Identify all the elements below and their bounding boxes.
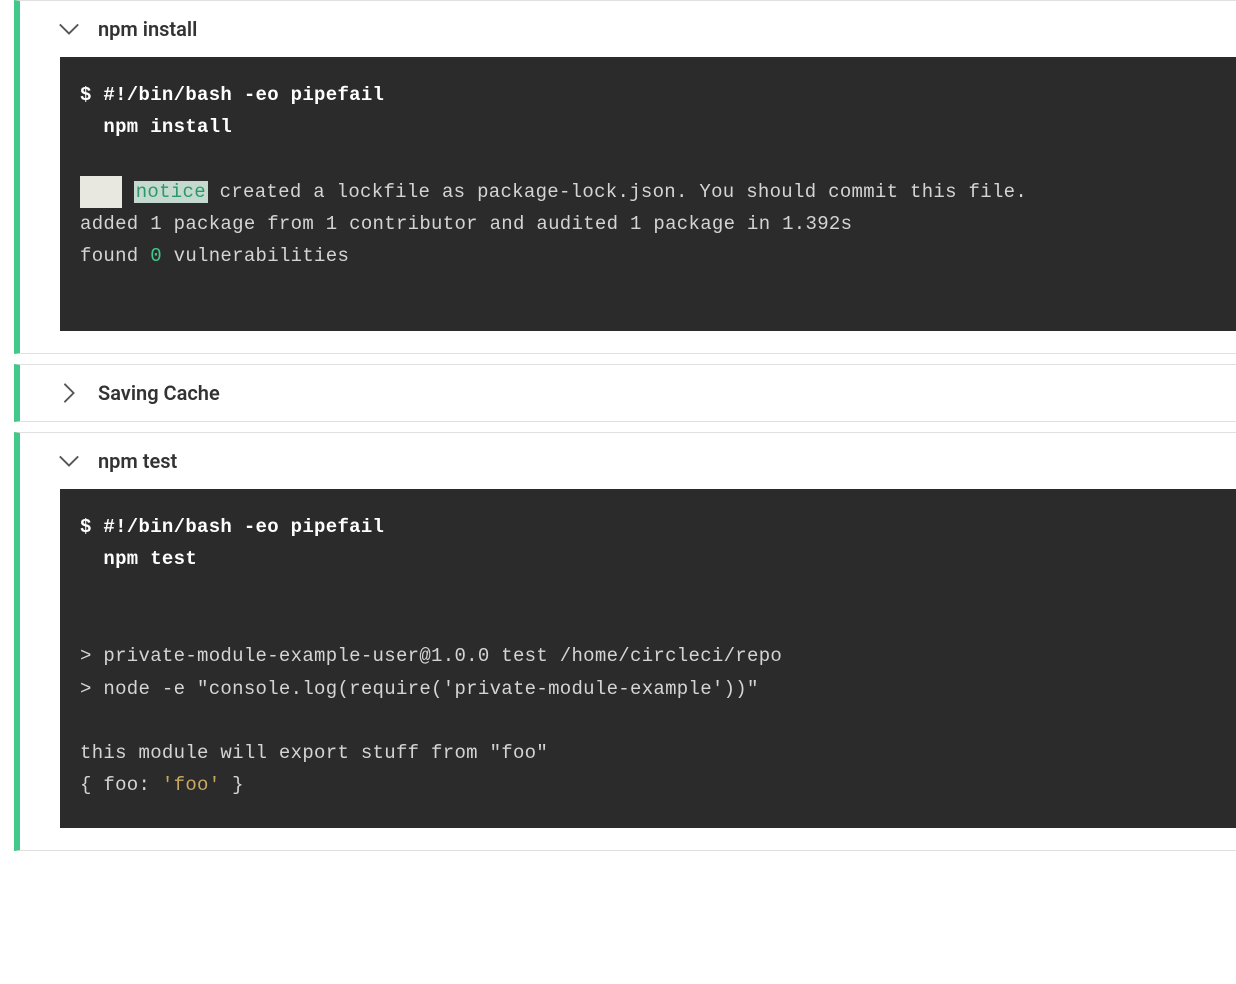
terminal-command: npm test [80,543,1216,575]
terminal-blank [80,608,1216,640]
terminal-blank [80,576,1216,608]
step-saving-cache: Saving Cache [14,364,1236,422]
terminal-line-notice: notice created a lockfile as package-loc… [80,176,1216,208]
terminal-notice-pre [80,176,122,208]
terminal-obj-b: } [220,774,243,796]
terminal-prompt: $ [80,516,92,538]
step-body: $ #!/bin/bash -eo pipefail npm install n… [20,57,1236,353]
terminal-blank [80,144,1216,176]
terminal-obj-val: 'foo' [162,774,221,796]
step-title: Saving Cache [98,381,220,405]
terminal-line-export: this module will export stuff from "foo" [80,737,1216,769]
terminal-obj-a: { foo: [80,774,162,796]
terminal-line-node: > node -e "console.log(require('private-… [80,673,1216,705]
step-npm-test: npm test $ #!/bin/bash -eo pipefail npm … [14,432,1236,851]
terminal-line: $ #!/bin/bash -eo pipefail [80,79,1216,111]
terminal-line-obj: { foo: 'foo' } [80,769,1216,801]
terminal-line: $ #!/bin/bash -eo pipefail [80,511,1216,543]
terminal-found-zero: 0 [150,245,162,267]
step-header[interactable]: npm test [20,433,1236,489]
terminal-blank [80,273,1216,305]
terminal-command: npm install [80,111,1216,143]
terminal-notice-label: notice [134,181,208,203]
terminal-shebang [92,84,104,106]
terminal-found-b: vulnerabilities [162,245,349,267]
step-body: $ #!/bin/bash -eo pipefail npm test > pr… [20,489,1236,850]
step-title: npm install [98,17,197,41]
terminal-found-a: found [80,245,150,267]
step-title: npm test [98,449,177,473]
terminal-shebang-text: #!/bin/bash -eo pipefail [103,516,384,538]
terminal-notice-rest: created a lockfile as package-lock.json.… [208,181,1027,203]
terminal-line-pkg: > private-module-example-user@1.0.0 test… [80,640,1216,672]
step-header[interactable]: Saving Cache [20,365,1236,421]
step-npm-install: npm install $ #!/bin/bash -eo pipefail n… [14,0,1236,354]
terminal-line-found: found 0 vulnerabilities [80,240,1216,272]
terminal-output: $ #!/bin/bash -eo pipefail npm test > pr… [60,489,1236,828]
chevron-right-icon [58,382,80,404]
terminal-line-added: added 1 package from 1 contributor and a… [80,208,1216,240]
chevron-down-icon [58,450,80,472]
terminal-shebang-text: #!/bin/bash -eo pipefail [103,84,384,106]
terminal-blank [80,705,1216,737]
chevron-down-icon [58,18,80,40]
step-header[interactable]: npm install [20,1,1236,57]
terminal-prompt: $ [80,84,92,106]
terminal-output: $ #!/bin/bash -eo pipefail npm install n… [60,57,1236,331]
